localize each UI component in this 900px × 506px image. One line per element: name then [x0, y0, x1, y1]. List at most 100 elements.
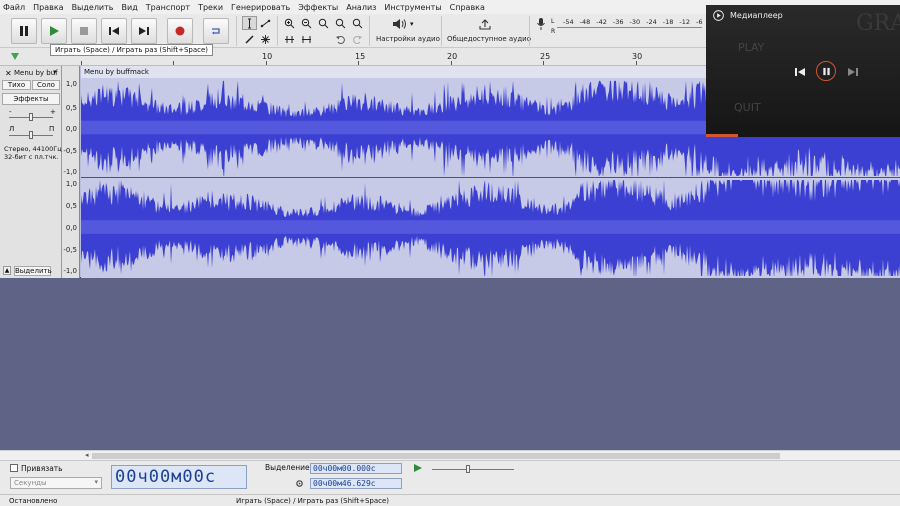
next-track-button[interactable] — [846, 65, 860, 79]
chevron-down-icon: ▾ — [94, 478, 98, 486]
envelope-icon — [260, 19, 271, 27]
ruler-label: -0,5 — [63, 246, 77, 254]
stop-button[interactable] — [71, 18, 97, 44]
gain-slider[interactable] — [9, 113, 53, 121]
status-text: Остановлено — [9, 497, 58, 505]
undo-icon — [336, 35, 345, 44]
speaker-icon — [393, 19, 406, 29]
upload-icon — [479, 19, 491, 30]
previous-icon — [795, 68, 805, 76]
record-button[interactable] — [167, 18, 193, 44]
menu-tools[interactable]: Инструменты — [384, 3, 441, 12]
snap-label: Привязать — [21, 464, 63, 473]
gear-icon[interactable] — [295, 479, 304, 488]
pan-slider-thumb[interactable] — [29, 131, 33, 139]
menu-generate[interactable]: Генерировать — [231, 3, 290, 12]
pause-icon — [20, 26, 28, 36]
ruler-label: 0,5 — [65, 104, 77, 112]
zoom-out-button[interactable] — [299, 16, 314, 30]
scrollbar-thumb[interactable] — [92, 453, 780, 459]
scroll-left-arrow-icon[interactable]: ◂ — [85, 451, 89, 459]
meter-tick: -42 — [596, 18, 607, 26]
tick-mark — [358, 61, 359, 65]
mute-button[interactable]: Тихо — [2, 80, 31, 90]
undo-button[interactable] — [333, 32, 348, 46]
next-icon — [848, 68, 858, 76]
previous-track-button[interactable] — [793, 65, 807, 79]
skip-end-button[interactable] — [131, 18, 157, 44]
selection-start-field[interactable]: 00ч00м00.000с — [310, 463, 402, 474]
player-progress-bar[interactable] — [706, 134, 738, 137]
media-player-window[interactable]: PLAY QUIT GRA Медиаплеер — [706, 5, 900, 137]
snap-units-select[interactable]: Секунды ▾ — [10, 477, 102, 489]
close-track-icon[interactable]: ✕ — [5, 69, 12, 78]
redo-button[interactable] — [350, 32, 365, 46]
record-icon — [175, 26, 185, 36]
collapse-track-button[interactable]: ▲ — [3, 266, 11, 275]
play-speed-slider-thumb[interactable] — [466, 465, 470, 473]
pencil-icon — [245, 34, 254, 44]
menu-analyze[interactable]: Анализ — [346, 3, 376, 12]
share-audio-button[interactable]: Общедоступное аудио — [444, 16, 531, 46]
menu-edit[interactable]: Правка — [33, 3, 63, 12]
meter-tick: -12 — [679, 18, 690, 26]
menu-view[interactable]: Вид — [122, 3, 138, 12]
skip-start-button[interactable] — [101, 18, 127, 44]
play-speed-slider[interactable] — [432, 465, 514, 473]
fit-selection-button[interactable] — [316, 16, 331, 30]
fit-project-button[interactable] — [333, 16, 348, 30]
pan-slider[interactable] — [9, 131, 53, 139]
timeline-tick: 10 — [262, 52, 273, 61]
snap-units-value: Секунды — [14, 479, 47, 487]
player-pause-button[interactable] — [816, 61, 836, 81]
recording-meter[interactable] — [557, 27, 702, 31]
meter-left-label: L — [551, 18, 555, 25]
waveform-right-channel[interactable] — [81, 178, 900, 276]
selection-end-field[interactable]: 00ч00м46.629с — [310, 478, 402, 489]
play-button[interactable] — [41, 18, 67, 44]
meter-right-label: R — [551, 28, 556, 35]
menu-tracks[interactable]: Треки — [198, 3, 223, 12]
zoom-toggle-button[interactable] — [350, 16, 365, 30]
timeline-play-head-icon — [11, 53, 19, 60]
mic-icon[interactable] — [536, 17, 546, 31]
zoom-selection-icon — [318, 18, 329, 28]
time-display[interactable]: 00ч00м00с — [111, 465, 247, 489]
trim-button[interactable] — [282, 32, 297, 46]
selection-label: Выделение — [265, 463, 310, 472]
track-name[interactable]: Menu by buf — [14, 69, 58, 77]
player-bg-text: PLAY — [738, 41, 765, 54]
select-tool[interactable] — [242, 16, 257, 30]
menu-effects[interactable]: Эффекты — [298, 3, 338, 12]
envelope-tool[interactable] — [258, 16, 273, 30]
audio-settings-button[interactable]: ▾ Настройки аудио — [372, 16, 440, 46]
loop-button[interactable] — [203, 18, 229, 44]
menu-file[interactable]: Файл — [3, 3, 25, 12]
solo-button[interactable]: Соло — [32, 80, 60, 90]
timeline-tick: 20 — [447, 52, 458, 61]
menu-select[interactable]: Выделить — [72, 3, 114, 12]
zoom-in-button[interactable] — [282, 16, 297, 30]
meter-tick: -30 — [629, 18, 641, 26]
track-format-info: Стерео, 44100Гц — [4, 145, 62, 153]
timeline-tick: 15 — [355, 52, 366, 61]
pause-button[interactable] — [11, 18, 37, 44]
skip-start-icon — [109, 27, 119, 35]
silence-button[interactable] — [299, 32, 314, 46]
play-icon — [50, 26, 59, 36]
track-menu-arrow-icon[interactable]: ▾ — [53, 68, 57, 76]
menu-help[interactable]: Справка — [450, 3, 485, 12]
audio-settings-label: Настройки аудио — [376, 35, 440, 43]
ruler-label: 0,5 — [65, 202, 77, 210]
multi-tool[interactable] — [258, 32, 273, 46]
gain-slider-thumb[interactable] — [29, 113, 33, 121]
zoom-toggle-icon — [352, 18, 363, 28]
menu-transport[interactable]: Транспорт — [146, 3, 190, 12]
redo-icon — [353, 35, 362, 44]
draw-tool[interactable] — [242, 32, 257, 46]
horizontal-scrollbar[interactable]: ◂ — [0, 450, 900, 460]
play-at-speed-button[interactable] — [413, 463, 427, 475]
effects-button[interactable]: Эффекты — [2, 93, 60, 105]
select-track-button[interactable]: Выделить — [14, 266, 52, 276]
snap-checkbox[interactable] — [10, 464, 18, 472]
